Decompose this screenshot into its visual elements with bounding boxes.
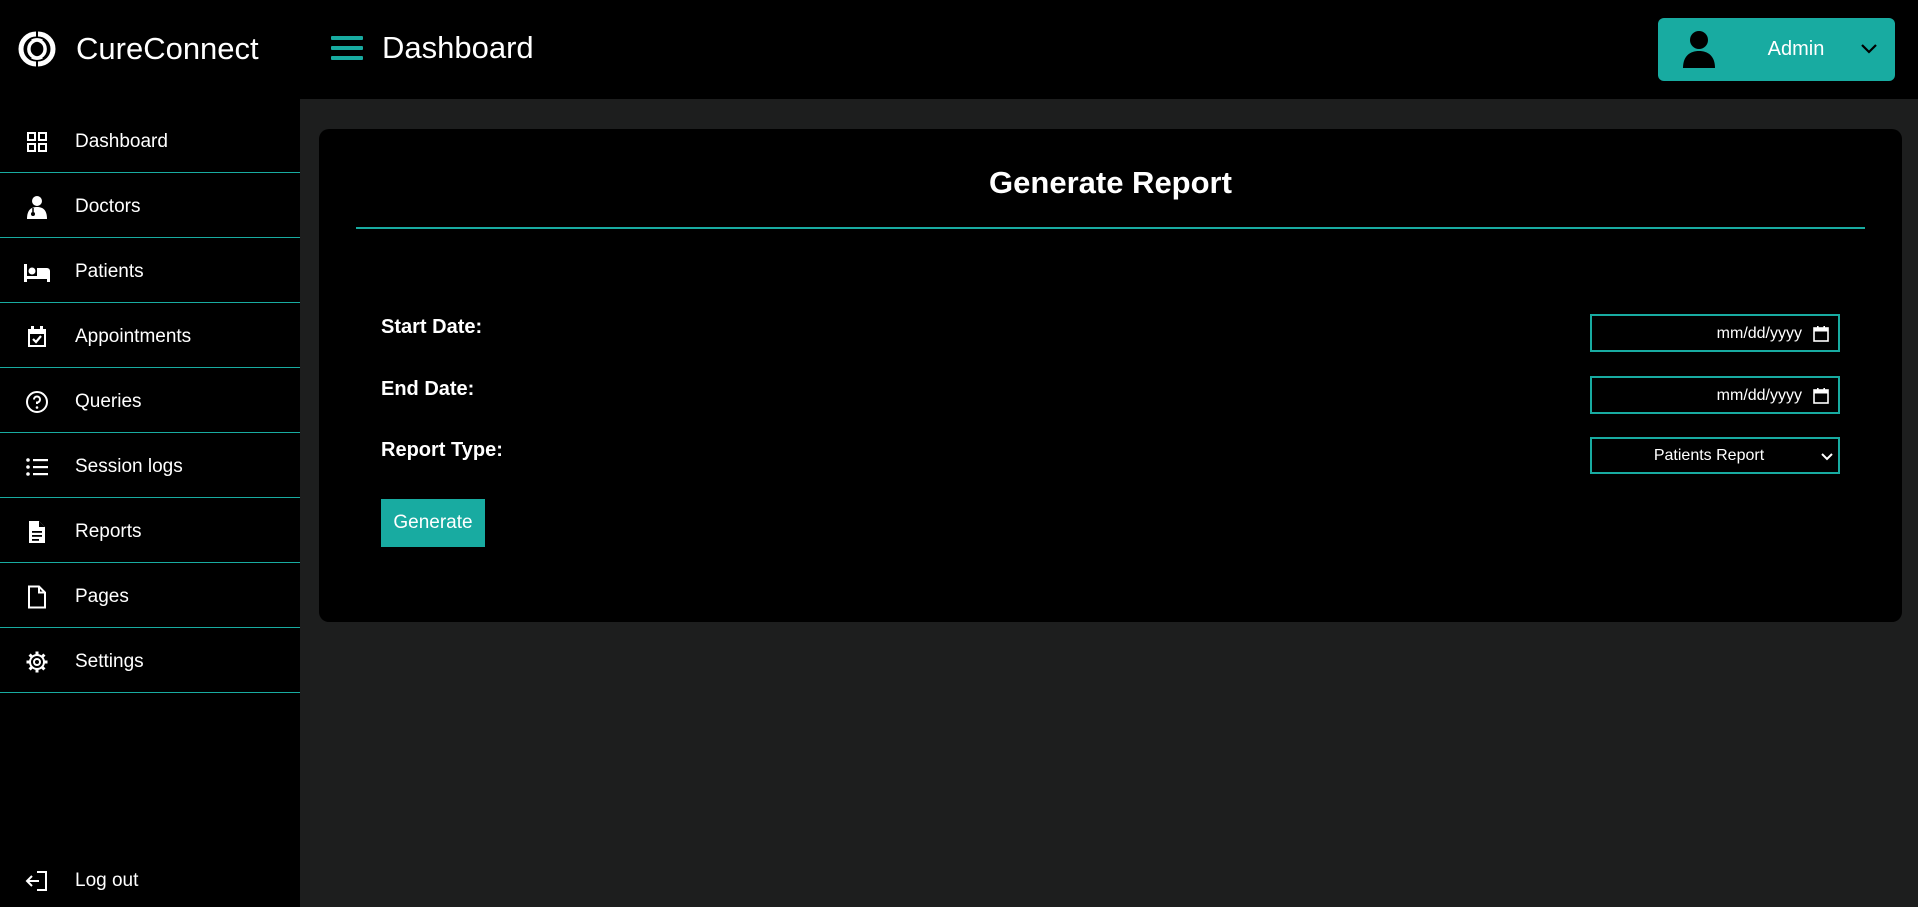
admin-menu-button[interactable]: Admin [1658, 18, 1895, 81]
bed-icon [24, 264, 50, 282]
end-date-label: End Date: [381, 378, 475, 400]
sidebar-item-doctors[interactable]: Doctors [0, 174, 300, 238]
sidebar-item-reports[interactable]: Reports [0, 499, 300, 563]
calendar-icon [1813, 326, 1829, 342]
end-date-input[interactable]: mm/dd/yyyy [1590, 376, 1840, 414]
question-circle-icon [26, 391, 48, 413]
sidebar-item-label: Pages [75, 586, 129, 607]
calendar-check-icon [28, 326, 46, 347]
sidebar-item-queries[interactable]: Queries [0, 369, 300, 433]
start-date-input[interactable]: mm/dd/yyyy [1590, 314, 1840, 352]
sidebar-item-patients[interactable]: Patients [0, 239, 300, 303]
sidebar-item-label: Patients [75, 261, 144, 282]
grid-icon [27, 132, 47, 152]
report-type-value: Patients Report [1653, 447, 1765, 464]
doctor-icon [27, 196, 47, 219]
admin-label: Admin [1767, 38, 1825, 60]
report-type-select[interactable]: Patients Report [1590, 437, 1840, 474]
top-bar: CureConnect Dashboard Admin [0, 0, 1918, 99]
chevron-down-icon [1821, 453, 1833, 461]
start-date-placeholder: mm/dd/yyyy [1716, 325, 1802, 342]
end-date-placeholder: mm/dd/yyyy [1716, 387, 1802, 404]
generate-button[interactable]: Generate [381, 499, 485, 547]
card-title: Generate Report [989, 165, 1232, 200]
page-title: Dashboard [382, 30, 534, 65]
sidebar-item-label: Doctors [75, 196, 141, 217]
generate-report-card: Generate Report Start Date: mm/dd/yyyy E… [319, 129, 1902, 622]
title-divider [356, 227, 1865, 229]
sidebar-item-label: Reports [75, 521, 142, 542]
report-type-label: Report Type: [381, 439, 503, 461]
sidebar-item-dashboard[interactable]: Dashboard [0, 109, 300, 173]
app-name: CureConnect [76, 31, 259, 66]
brand[interactable]: CureConnect [14, 26, 259, 72]
sidebar-item-label: Dashboard [75, 131, 168, 152]
sidebar-item-settings[interactable]: Settings [0, 629, 300, 693]
logout-icon [25, 871, 47, 891]
chevron-down-icon [1861, 44, 1877, 54]
sidebar: Dashboard Doctors Patients Appointments [0, 99, 300, 907]
user-icon [1683, 31, 1715, 68]
file-text-icon [29, 521, 45, 543]
sidebar-item-label: Session logs [75, 456, 183, 477]
cureconnect-logo-icon [18, 31, 56, 67]
logout-button[interactable]: Log out [0, 859, 300, 903]
gear-icon [26, 651, 48, 673]
menu-toggle-icon[interactable] [331, 33, 363, 63]
sidebar-item-appointments[interactable]: Appointments [0, 304, 300, 368]
sidebar-item-label: Settings [75, 651, 144, 672]
start-date-label: Start Date: [381, 316, 483, 338]
sidebar-item-pages[interactable]: Pages [0, 564, 300, 628]
logout-label: Log out [75, 870, 139, 891]
sidebar-item-session-logs[interactable]: Session logs [0, 434, 300, 498]
file-icon [28, 585, 46, 609]
calendar-icon [1813, 388, 1829, 404]
list-icon [26, 458, 48, 476]
sidebar-item-label: Appointments [75, 326, 192, 347]
sidebar-item-label: Queries [75, 391, 142, 412]
